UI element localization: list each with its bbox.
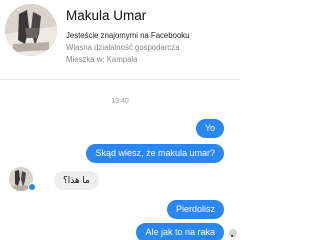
outgoing-message[interactable]: Skąd wiesz, że makula umar? xyxy=(86,144,224,163)
business-info: Własna działalność gospodarcza xyxy=(66,43,180,52)
seen-avatar-icon xyxy=(229,234,237,237)
profile-avatar[interactable] xyxy=(5,4,57,56)
outgoing-message[interactable]: Yo xyxy=(195,119,224,138)
profile-name: Makula Umar xyxy=(66,8,147,23)
message-timestamp: 13:40 xyxy=(111,98,129,105)
avatar-photo-icon xyxy=(5,4,57,56)
seen-receipt-icon xyxy=(229,229,237,237)
location-info: Mieszka w: Kampala xyxy=(66,55,138,64)
outgoing-message[interactable]: Ale jak to na raka xyxy=(136,223,224,240)
outgoing-message[interactable]: Pierdolisz xyxy=(166,200,224,219)
incoming-message[interactable]: ما هذا؟ xyxy=(54,171,99,190)
chat-screen: Makula Umar Jesteście znajomymi na Faceb… xyxy=(0,0,240,240)
active-status-icon xyxy=(28,183,36,191)
header-divider xyxy=(0,79,240,80)
friends-info: Jesteście znajomymi na Facebooku xyxy=(66,31,190,40)
